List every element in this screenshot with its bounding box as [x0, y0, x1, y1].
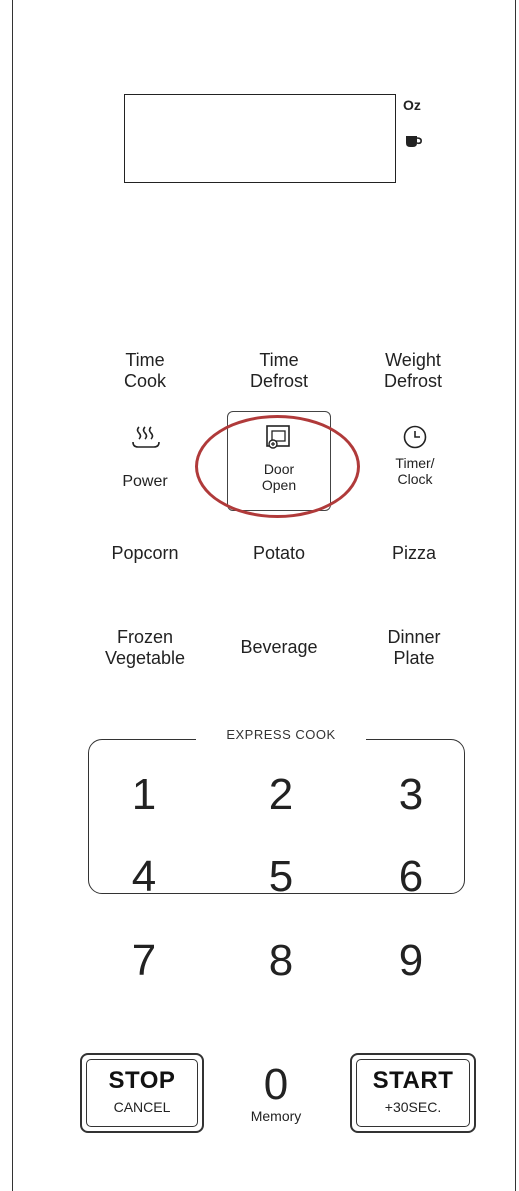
time-defrost-button[interactable]: Time Defrost [234, 350, 324, 392]
digit-6-button[interactable]: 6 [381, 852, 441, 902]
oz-indicator: Oz [403, 97, 421, 113]
start-button[interactable]: START +30SEC. [350, 1053, 476, 1133]
frozen-vegetable-button[interactable]: Frozen Vegetable [85, 627, 205, 669]
highlight-circle [195, 415, 360, 518]
stop-label: STOP [108, 1067, 176, 1094]
weight-defrost-button[interactable]: Weight Defrost [365, 350, 461, 392]
digit-1-button[interactable]: 1 [114, 770, 174, 820]
digit-7-button[interactable]: 7 [114, 936, 174, 986]
beverage-button[interactable]: Beverage [224, 637, 334, 658]
digit-4-button[interactable]: 4 [114, 852, 174, 902]
power-button[interactable]: Power [105, 474, 185, 490]
display-screen [124, 94, 396, 183]
cup-icon [405, 134, 423, 148]
memory-label: Memory [250, 1108, 302, 1124]
potato-button[interactable]: Potato [229, 543, 329, 564]
digit-8-button[interactable]: 8 [251, 936, 311, 986]
time-cook-button[interactable]: Time Cook [100, 350, 190, 392]
plus-30-sec-label: +30SEC. [384, 1099, 442, 1115]
cancel-label: CANCEL [113, 1099, 171, 1115]
popcorn-button[interactable]: Popcorn [90, 543, 200, 564]
digit-5-button[interactable]: 5 [251, 852, 311, 902]
express-cook-label: EXPRESS COOK [196, 727, 366, 743]
start-label: START [372, 1067, 454, 1094]
digit-0-button[interactable]: 0 [246, 1060, 306, 1110]
dinner-plate-button[interactable]: Dinner Plate [369, 627, 459, 669]
pizza-button[interactable]: Pizza [369, 543, 459, 564]
digit-9-button[interactable]: 9 [381, 936, 441, 986]
power-icon [131, 425, 161, 449]
digit-2-button[interactable]: 2 [251, 770, 311, 820]
stop-cancel-button[interactable]: STOP CANCEL [80, 1053, 204, 1133]
timer-clock-button[interactable]: Timer/ Clock [375, 455, 455, 487]
digit-3-button[interactable]: 3 [381, 770, 441, 820]
clock-icon [402, 424, 428, 450]
